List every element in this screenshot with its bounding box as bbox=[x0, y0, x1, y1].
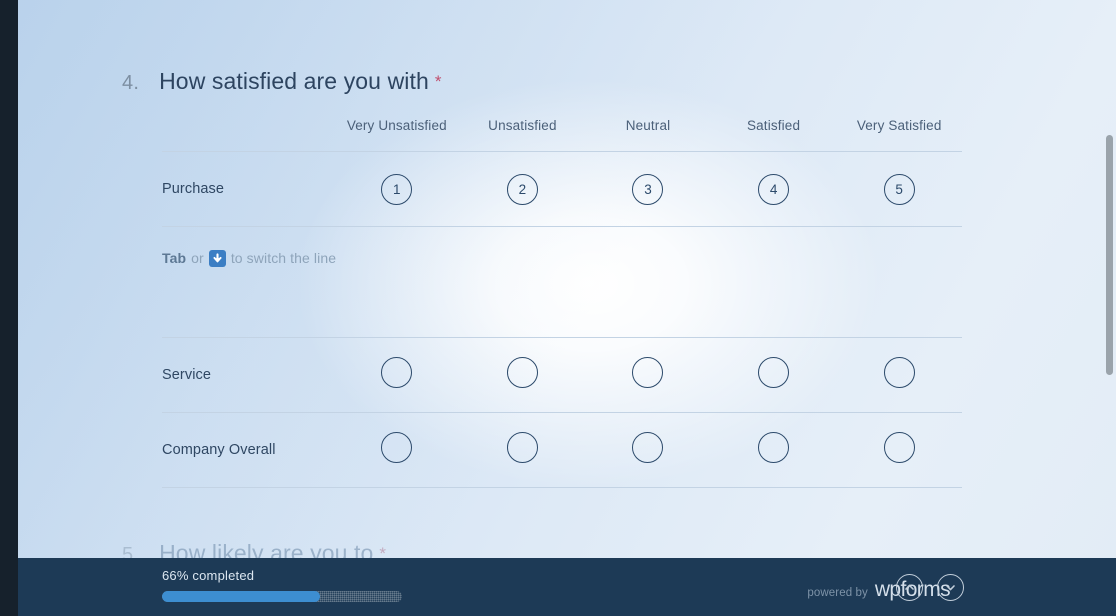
hint-suffix-text: to switch the line bbox=[230, 249, 337, 266]
likert-table-head: Very Unsatisfied Unsatisfied Neutral Sat… bbox=[162, 118, 962, 152]
likert-row-label-company-overall: Company Overall bbox=[162, 412, 334, 488]
progress-bar-fill bbox=[162, 591, 321, 602]
likert-table-body: Purchase 1 2 3 4 5 Tab or to switch the … bbox=[162, 151, 962, 488]
likert-bottom-border bbox=[162, 487, 962, 488]
likert-table: Very Unsatisfied Unsatisfied Neutral Sat… bbox=[162, 118, 962, 488]
likert-column-header-4: Satisfied bbox=[747, 118, 801, 133]
likert-cell-company-2 bbox=[459, 412, 586, 488]
likert-hint-cell: Tab or to switch the line bbox=[162, 226, 962, 338]
likert-option-purchase-5[interactable]: 5 bbox=[883, 173, 915, 205]
chevron-up-icon bbox=[903, 581, 916, 594]
window-edge-strip-left bbox=[0, 0, 18, 616]
likert-cell-company-5 bbox=[836, 412, 962, 488]
form-footer-bar: 66% completed powered by wpforms bbox=[18, 558, 1116, 616]
likert-hint-row: Tab or to switch the line bbox=[162, 226, 962, 338]
chevron-down-icon bbox=[944, 581, 957, 594]
scroll-down-button[interactable] bbox=[937, 574, 964, 601]
likert-option-company-4[interactable] bbox=[758, 432, 790, 463]
table-row: Company Overall bbox=[162, 412, 962, 488]
likert-option-company-3[interactable] bbox=[632, 432, 664, 463]
likert-row-label-header bbox=[162, 118, 334, 152]
likert-bottom-border-row bbox=[162, 487, 962, 488]
likert-column-header-5: Very Satisfied bbox=[856, 118, 942, 133]
likert-option-company-1[interactable] bbox=[381, 432, 413, 463]
progress-bar-track bbox=[162, 591, 402, 602]
likert-option-company-2[interactable] bbox=[506, 432, 538, 463]
scrollbar-thumb[interactable] bbox=[1106, 135, 1113, 375]
likert-column-header-1: Very Unsatisfied bbox=[346, 118, 447, 133]
likert-row-label-service: Service bbox=[162, 337, 334, 413]
likert-cell-service-1 bbox=[334, 337, 460, 413]
likert-cell-purchase-4: 4 bbox=[710, 151, 837, 227]
likert-option-service-2[interactable] bbox=[506, 357, 538, 388]
question-heading: 4. How satisfied are you with * bbox=[122, 68, 982, 95]
required-asterisk: * bbox=[434, 72, 442, 91]
likert-header-row: Very Unsatisfied Unsatisfied Neutral Sat… bbox=[162, 118, 962, 152]
likert-cell-service-4 bbox=[710, 337, 837, 413]
arrow-down-icon bbox=[208, 250, 226, 267]
likert-option-purchase-1[interactable]: 1 bbox=[381, 173, 413, 205]
form-viewport: 4. How satisfied are you with * Very Unsa… bbox=[0, 0, 1116, 616]
brand-prefix-text: powered by bbox=[807, 587, 868, 599]
progress-section: 66% completed bbox=[162, 568, 402, 602]
progress-label: 66% completed bbox=[162, 568, 255, 583]
likert-matrix: Very Unsatisfied Unsatisfied Neutral Sat… bbox=[162, 118, 962, 488]
likert-cell-service-3 bbox=[585, 337, 711, 413]
likert-cell-purchase-3: 3 bbox=[585, 151, 711, 227]
likert-option-service-1[interactable] bbox=[381, 357, 413, 388]
question-title-text: How satisfied are you with bbox=[159, 68, 429, 94]
likert-cell-purchase-2: 2 bbox=[459, 151, 586, 227]
footer-nav-buttons bbox=[896, 574, 964, 601]
table-row: Service bbox=[162, 337, 962, 413]
likert-row-label-purchase: Purchase bbox=[162, 151, 334, 227]
likert-cell-company-3 bbox=[585, 412, 711, 488]
likert-option-company-5[interactable] bbox=[883, 432, 915, 463]
likert-option-service-5[interactable] bbox=[883, 357, 915, 388]
likert-cell-company-4 bbox=[710, 412, 837, 488]
likert-cell-purchase-1: 1 bbox=[334, 151, 460, 227]
likert-cell-service-5 bbox=[836, 337, 962, 413]
likert-column-header-2: Unsatisfied bbox=[488, 118, 557, 133]
question-number: 4. bbox=[122, 72, 140, 94]
likert-cell-purchase-5: 5 bbox=[836, 151, 962, 227]
likert-option-service-4[interactable] bbox=[758, 357, 790, 388]
likert-cell-service-2 bbox=[459, 337, 586, 413]
likert-option-purchase-2[interactable]: 2 bbox=[506, 173, 538, 205]
scroll-up-button[interactable] bbox=[896, 574, 923, 601]
likert-option-purchase-4[interactable]: 4 bbox=[758, 173, 790, 205]
page-title: How satisfied are you with * bbox=[159, 68, 442, 95]
likert-cell-company-1 bbox=[334, 412, 460, 488]
table-row: Purchase 1 2 3 4 5 bbox=[162, 151, 962, 227]
hint-tab-key-label: Tab bbox=[162, 249, 187, 266]
likert-column-header-3: Neutral bbox=[625, 118, 671, 133]
question-block-4: 4. How satisfied are you with * bbox=[122, 68, 982, 95]
likert-option-purchase-3[interactable]: 3 bbox=[632, 173, 664, 205]
hint-conjunction: or bbox=[191, 249, 204, 266]
likert-option-service-3[interactable] bbox=[632, 357, 664, 388]
keyboard-hint: Tab or to switch the line bbox=[162, 249, 337, 267]
